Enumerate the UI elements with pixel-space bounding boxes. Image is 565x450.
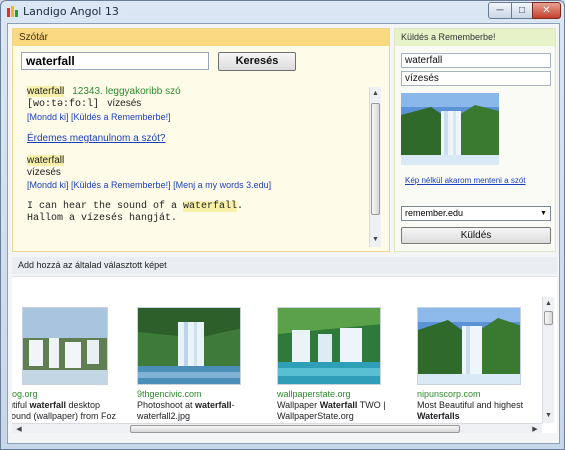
image-picker-header: Add hozzá az általad választott képet (12, 257, 557, 274)
dictionary-result: waterfall 12343. leggyakoribb szó [wo:tə:… (27, 86, 367, 236)
dictionary-scrollbar[interactable]: ▲ ▼ (369, 87, 381, 247)
close-button[interactable]: ✕ (532, 2, 561, 19)
close-icon: ✕ (542, 5, 551, 16)
result-source[interactable]: ilog.org (12, 389, 148, 400)
result-caption-2: round (wallpaper) from Foz (12, 411, 117, 421)
maximize-icon: □ (518, 5, 526, 16)
meaning-field[interactable]: vízesés (401, 71, 551, 86)
result-caption: Most Beautiful and highest (417, 400, 524, 410)
entry-headword-line: waterfall 12343. leggyakoribb szó (27, 86, 367, 98)
example-sentence: I can hear the sound of a waterfall. (27, 201, 244, 212)
entry-actions[interactable]: [Mondd ki] [Küldés a Rememberbe!] (27, 111, 367, 123)
result-source[interactable]: 9thgencivic.com (137, 389, 277, 400)
search-button[interactable]: Keresés (218, 52, 296, 71)
word-field[interactable]: waterfall (401, 53, 551, 68)
scroll-down-icon[interactable]: ▼ (370, 233, 381, 247)
result-image[interactable] (277, 307, 381, 385)
result-caption-2: Waterfalls (417, 411, 460, 421)
result-caption-2: WallpaperState.org (277, 411, 354, 421)
result-caption: Wallpaper Waterfall TWO | (277, 400, 386, 410)
result-source[interactable]: nipunscorp.com (417, 389, 557, 400)
image-result[interactable]: wallpaperstate.org Wallpaper Waterfall T… (277, 307, 417, 422)
title-bar[interactable]: Landigo Angol 13 ─ □ ✕ (1, 1, 564, 21)
minimize-button[interactable]: ─ (488, 2, 512, 19)
result-source[interactable]: wallpaperstate.org (277, 389, 417, 400)
phonetic: [wo:tə:fo:l] (27, 99, 100, 110)
scroll-thumb[interactable] (130, 425, 460, 433)
entry-word: waterfall (27, 86, 65, 97)
result-caption: Photoshoot at waterfall- (137, 400, 235, 410)
scroll-left-icon[interactable]: ◀ (12, 424, 26, 433)
entry2-meaning: vízesés (27, 167, 61, 178)
image-result[interactable]: nipunscorp.com Most Beautiful and highes… (417, 307, 557, 422)
image-result[interactable]: ilog.org utiful waterfall desktop round … (12, 307, 148, 422)
search-input[interactable]: waterfall (21, 52, 209, 70)
destination-value: remember.edu (405, 208, 464, 218)
scroll-up-icon[interactable]: ▲ (370, 87, 381, 101)
image-result[interactable]: 9thgencivic.com Photoshoot at waterfall-… (137, 307, 277, 422)
window-title: Landigo Angol 13 (23, 5, 119, 18)
image-horizontal-scrollbar[interactable]: ◀ ▶ (12, 423, 542, 433)
result-caption-2: waterfall2.jpg (137, 411, 191, 421)
result-image[interactable] (137, 307, 241, 385)
scroll-thumb[interactable] (371, 103, 380, 215)
entry2-actions[interactable]: [Mondd ki] [Küldés a Rememberbe!] [Menj … (27, 179, 367, 191)
save-without-image-link[interactable]: Kép nélkül akarom menteni a szót (405, 176, 526, 185)
image-vertical-scrollbar[interactable]: ▲ ▼ (542, 297, 554, 423)
maximize-button[interactable]: □ (511, 2, 533, 19)
minimize-icon: ─ (496, 5, 504, 16)
destination-select[interactable]: remember.edu ▼ (401, 206, 551, 221)
learn-word-link[interactable]: Érdemes megtanulnom a szót? (27, 133, 367, 145)
entry2-word: waterfall (27, 155, 65, 166)
scroll-up-icon[interactable]: ▲ (543, 297, 554, 311)
app-logo-icon (7, 5, 19, 17)
send-header: Küldés a Rememberbe! (395, 29, 555, 46)
result-image[interactable] (22, 307, 108, 385)
app-window: Landigo Angol 13 ─ □ ✕ Szótár waterfall … (0, 0, 565, 450)
entry-phonetic-line: [wo:tə:fo:l] vízesés (27, 98, 367, 111)
frequency-rank: 12343. leggyakoribb szó (72, 86, 181, 97)
example-translation: Hallom a vízesés hangját. (27, 213, 178, 224)
selected-waterfall-image (401, 93, 499, 165)
scroll-thumb[interactable] (544, 311, 553, 325)
result-caption: utiful waterfall desktop (12, 400, 101, 410)
chevron-down-icon[interactable]: ▼ (538, 208, 549, 219)
send-panel: Küldés a Rememberbe! waterfall vízesés K… (394, 28, 556, 252)
entry-meaning: vízesés (107, 98, 142, 109)
scroll-down-icon[interactable]: ▼ (543, 409, 554, 423)
client-area: Szótár waterfall Keresés waterfall 12343.… (7, 23, 560, 444)
result-image[interactable] (417, 307, 521, 385)
image-results-panel: ilog.org utiful waterfall desktop round … (12, 276, 557, 433)
send-button[interactable]: Küldés (401, 227, 551, 244)
dictionary-panel: Szótár waterfall Keresés waterfall 12343.… (12, 28, 390, 252)
scroll-right-icon[interactable]: ▶ (528, 424, 542, 433)
dictionary-header: Szótár (13, 29, 389, 46)
